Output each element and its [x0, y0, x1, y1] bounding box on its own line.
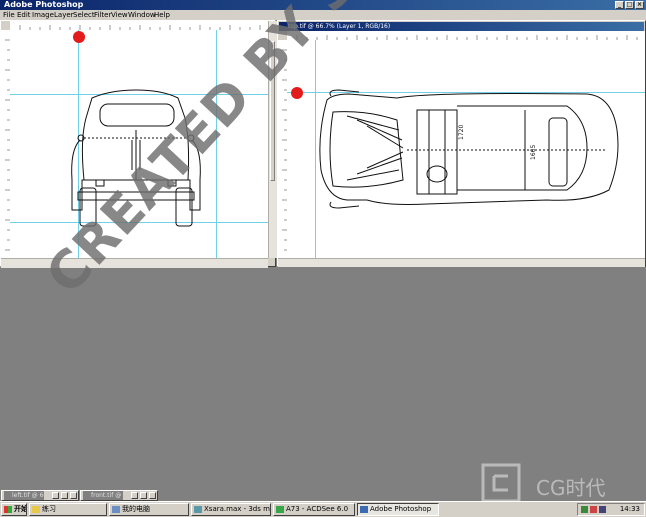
minimize-icon[interactable]: _ [615, 1, 624, 9]
blueprint-dimension: 1720 [458, 125, 465, 140]
ruler-ticks [5, 39, 10, 251]
computer-icon [112, 506, 120, 513]
maximize-icon[interactable]: □ [625, 1, 634, 9]
taskbar-button-label: A73 - ACDSee 6.0 [286, 505, 349, 513]
app-window-controls: _ □ × [615, 1, 644, 9]
taskbar: 开始 练习 我的电脑 Xsara.max - 3ds max 6 - ... A… [0, 501, 646, 517]
start-button-label: 开始 [14, 505, 27, 513]
car-top-blueprint: 1720 1665 [319, 89, 619, 209]
document-window-right[interactable]: top.tif @ 66.7% (Layer 1, RGB/16) 1720 1… [277, 20, 646, 267]
taskbar-button-label: 我的电脑 [122, 505, 150, 513]
close-icon[interactable]: × [635, 1, 644, 9]
tray-icon[interactable] [599, 506, 606, 513]
system-tray: 14:33 [577, 503, 645, 516]
menu-select[interactable]: Select [73, 10, 95, 20]
cg-logo-icon [481, 463, 521, 503]
menu-edit[interactable]: Edit [17, 10, 31, 20]
menu-help[interactable]: Help [154, 10, 170, 20]
menu-window[interactable]: Window [128, 10, 156, 20]
restore-icon[interactable] [52, 492, 59, 499]
menu-image[interactable]: Image [32, 10, 54, 20]
menu-layer[interactable]: Layer [54, 10, 74, 20]
taskbar-button-photoshop[interactable]: Adobe Photoshop [357, 503, 439, 516]
menu-view[interactable]: View [111, 10, 128, 20]
taskbar-button-label: Xsara.max - 3ds max 6 - ... [204, 505, 270, 513]
clock[interactable]: 14:33 [620, 504, 640, 515]
taskbar-button-label: 练习 [42, 505, 56, 513]
photoshop-icon [360, 506, 368, 513]
3dsmax-icon [194, 506, 202, 513]
taskbar-button-acdsee[interactable]: A73 - ACDSee 6.0 [273, 503, 355, 516]
tray-icon[interactable] [581, 506, 588, 513]
menu-file[interactable]: File [3, 10, 15, 20]
cg-logo-text: CG时代 [536, 476, 606, 500]
maximize-icon[interactable] [140, 492, 147, 499]
start-button[interactable]: 开始 [1, 503, 27, 516]
taskbar-button-practice[interactable]: 练习 [29, 503, 107, 516]
marker-dot [73, 31, 85, 43]
taskbar-button-my-computer[interactable]: 我的电脑 [109, 503, 189, 516]
taskbar-button-3dsmax[interactable]: Xsara.max - 3ds max 6 - ... [191, 503, 271, 516]
app-title: Adobe Photoshop [4, 0, 84, 9]
close-icon[interactable] [70, 492, 77, 499]
cg-logo: CG时代 [480, 462, 620, 506]
close-icon[interactable] [149, 492, 156, 499]
maximize-icon[interactable] [61, 492, 68, 499]
marker-dot [291, 87, 303, 99]
windows-start-icon [4, 506, 12, 513]
ruler-ticks [296, 35, 638, 40]
minimized-window-title: left.tif @ 66... [4, 491, 44, 500]
minimized-window[interactable]: front.tif @ 6... [80, 490, 158, 501]
canvas-top-view[interactable]: 1720 1665 [287, 40, 645, 258]
minimized-window[interactable]: left.tif @ 66... [1, 490, 79, 501]
folder-icon [32, 506, 40, 513]
ruler-ticks [19, 25, 261, 30]
horizontal-scrollbar[interactable] [278, 258, 645, 267]
acdsee-icon [276, 506, 284, 513]
menu-filter[interactable]: Filter [94, 10, 111, 20]
minimized-window-title: front.tif @ 6... [83, 491, 123, 500]
taskbar-button-label: Adobe Photoshop [370, 505, 432, 513]
tray-icon[interactable] [590, 506, 597, 513]
restore-icon[interactable] [131, 492, 138, 499]
blueprint-dimension: 1665 [530, 145, 537, 160]
